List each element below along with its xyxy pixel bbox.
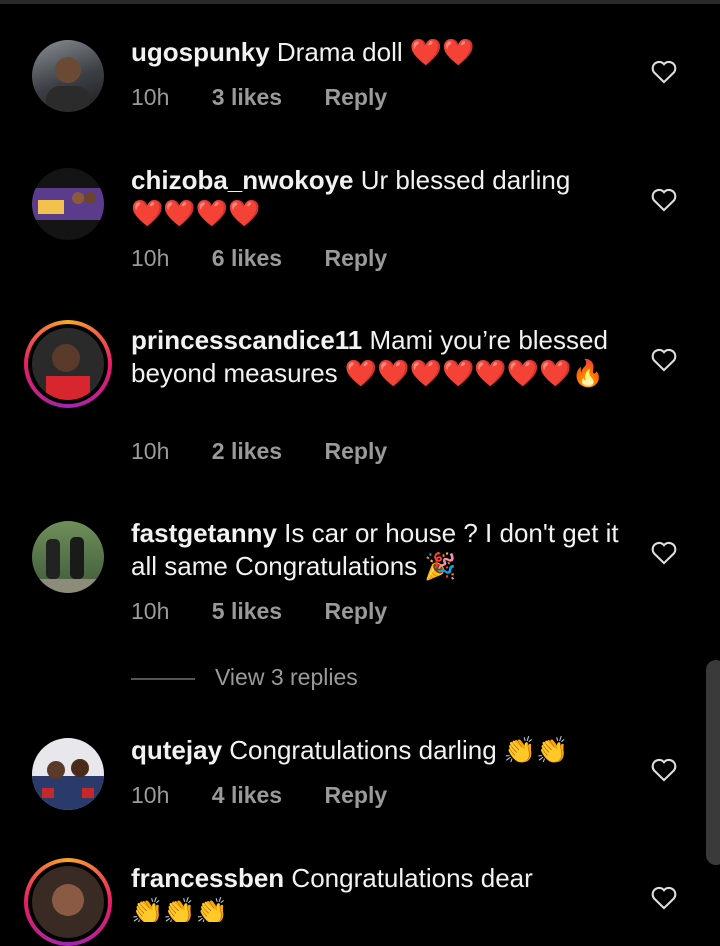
likes-count[interactable]: 2 likes	[212, 438, 282, 464]
comment-body: Congratulations dear	[291, 863, 533, 893]
comment-text: qutejay Congratulations darling 👏👏	[131, 734, 631, 767]
comment-text: princesscandice11 Mami you’re blessed be…	[131, 324, 621, 390]
comment-text: ugospunky Drama doll ❤️❤️	[131, 36, 631, 69]
heart-outline-icon[interactable]	[650, 884, 678, 910]
avatar-picture	[32, 759, 104, 810]
heart-emojis: ❤️❤️	[409, 37, 475, 67]
comment-meta: 10h 2 likes Reply	[131, 438, 423, 465]
heart-outline-icon[interactable]	[650, 539, 678, 565]
username[interactable]: chizoba_nwokoye	[131, 165, 354, 195]
avatar-picture	[32, 537, 104, 593]
reply-button[interactable]: Reply	[325, 84, 388, 110]
heart-emojis: ❤️❤️❤️❤️❤️❤️❤️🔥	[344, 358, 604, 388]
avatar[interactable]	[32, 738, 104, 810]
comment-meta: 10h 5 likes Reply	[131, 598, 423, 625]
timestamp: 10h	[131, 245, 170, 271]
comment-meta: 10h 3 likes Reply	[131, 84, 423, 111]
avatar[interactable]	[32, 168, 104, 240]
reply-button[interactable]: Reply	[325, 598, 388, 624]
heart-outline-icon[interactable]	[650, 346, 678, 372]
view-replies-label: View 3 replies	[215, 664, 358, 690]
top-edge	[0, 0, 720, 4]
party-emoji: 🎉	[424, 551, 457, 581]
likes-count[interactable]: 3 likes	[212, 84, 282, 110]
view-replies-button[interactable]: View 3 replies	[131, 664, 431, 694]
avatar-picture	[32, 328, 104, 400]
comment-body: Drama doll	[276, 37, 403, 67]
avatar-story-ring[interactable]	[24, 320, 112, 408]
timestamp: 10h	[131, 438, 170, 464]
heart-outline-icon[interactable]	[650, 756, 678, 782]
clap-emojis: 👏👏👏	[131, 896, 229, 922]
likes-count[interactable]: 4 likes	[212, 782, 282, 808]
likes-count[interactable]: 6 likes	[212, 245, 282, 271]
username[interactable]: princesscandice11	[131, 325, 362, 355]
comment-meta: 10h 6 likes Reply	[131, 245, 423, 272]
comment-meta: 10h 4 likes Reply	[131, 782, 423, 809]
heart-emojis: ❤️❤️❤️❤️	[131, 198, 261, 228]
heart-outline-icon[interactable]	[650, 186, 678, 212]
heart-outline-icon[interactable]	[650, 58, 678, 84]
comment-body: Ur blessed darling	[360, 165, 571, 195]
username[interactable]: qutejay	[131, 735, 222, 765]
avatar-picture	[32, 188, 104, 220]
reply-button[interactable]: Reply	[325, 782, 388, 808]
scrollbar-thumb[interactable]	[706, 660, 720, 865]
avatar-story-ring[interactable]	[24, 858, 112, 946]
comment-text: fastgetanny Is car or house ? I don't ge…	[131, 517, 631, 583]
reply-button[interactable]: Reply	[325, 245, 388, 271]
timestamp: 10h	[131, 782, 170, 808]
likes-count[interactable]: 5 likes	[212, 598, 282, 624]
avatar[interactable]	[32, 40, 104, 112]
timestamp: 10h	[131, 598, 170, 624]
username[interactable]: fastgetanny	[131, 518, 277, 548]
divider-line	[131, 678, 195, 680]
avatar[interactable]	[32, 521, 104, 593]
timestamp: 10h	[131, 84, 170, 110]
username[interactable]: ugospunky	[131, 37, 270, 67]
reply-button[interactable]: Reply	[325, 438, 388, 464]
comment-text: francessben Congratulations dear 👏👏👏	[131, 862, 631, 922]
username[interactable]: francessben	[131, 863, 284, 893]
clap-emojis: 👏👏	[503, 735, 569, 765]
avatar-picture	[46, 57, 90, 112]
avatar-picture	[32, 866, 104, 938]
comment-text: chizoba_nwokoye Ur blessed darling ❤️❤️❤…	[131, 164, 631, 230]
comment-body: Congratulations darling	[229, 735, 497, 765]
